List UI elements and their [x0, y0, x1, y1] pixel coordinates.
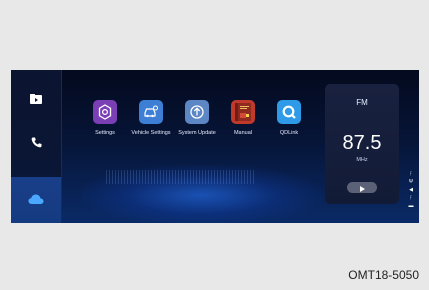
bluetooth-icon: ᛛ [409, 195, 413, 201]
radio-card[interactable]: FM 87.5 MHz [325, 84, 399, 204]
qdlink-icon [277, 100, 301, 124]
radio-unit: MHz [356, 157, 368, 163]
car-settings-icon [139, 100, 163, 124]
sidebar [11, 70, 62, 223]
manual-book-icon [231, 100, 255, 124]
phone-icon [31, 135, 42, 153]
background-wave [106, 170, 256, 184]
gear-icon [93, 100, 117, 124]
app-qdlink[interactable]: QDLink [254, 100, 324, 136]
bluetooth-icon: ᛛ [409, 171, 413, 177]
sidebar-item-cloud[interactable] [11, 177, 61, 223]
update-icon [185, 100, 209, 124]
battery-icon: ▬ [408, 203, 414, 209]
cloud-icon [28, 191, 44, 209]
usb-icon: Ψ [408, 179, 414, 185]
radio-frequency: 87.5 [342, 132, 382, 154]
volume-icon: ◀ [409, 187, 413, 193]
sidebar-item-phone[interactable] [11, 124, 61, 164]
infotainment-screen: Settings Vehicle Settings System Update [11, 70, 419, 223]
reference-code: OMT18-5050 [348, 268, 419, 282]
radio-band: FM [356, 98, 368, 107]
play-button[interactable] [347, 182, 377, 193]
sidebar-item-media[interactable] [11, 80, 61, 120]
play-icon [359, 179, 365, 197]
status-bar: ᛛ Ψ ◀ ᛛ ▬ [406, 170, 416, 220]
media-folder-icon [30, 91, 42, 109]
app-label: QDLink [279, 130, 299, 136]
